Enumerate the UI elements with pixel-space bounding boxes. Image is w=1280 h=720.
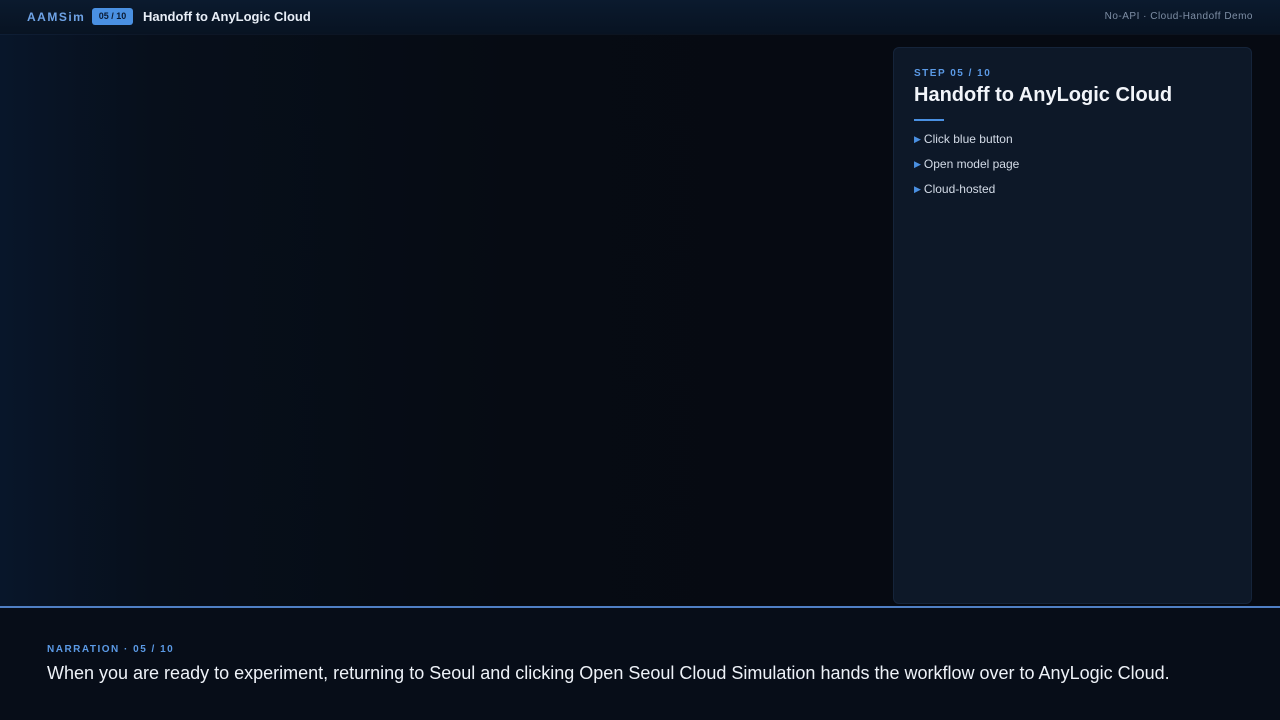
panel-title: Handoff to AnyLogic Cloud [914, 84, 1173, 106]
bullet-text: Click blue button [923, 132, 1013, 146]
slide-stage: AAMSim 05 / 10 Handoff to AnyLogic Cloud… [0, 0, 1280, 720]
narration-label: NARRATION · 05 / 10 [47, 644, 175, 655]
narration-bar: NARRATION · 05 / 10 When you are ready t… [0, 608, 1280, 720]
bullet-text: Open model page [923, 157, 1020, 171]
bullet-text: Cloud-hosted [923, 182, 996, 196]
narration-text: When you are ready to experiment, return… [47, 663, 1170, 683]
panel-step-label: STEP 05 / 10 [914, 68, 992, 79]
top-bar: AAMSim 05 / 10 Handoff to AnyLogic Cloud… [0, 0, 1280, 34]
triangle-right-icon: ▶ [914, 134, 921, 144]
page-title: Handoff to AnyLogic Cloud [143, 9, 311, 24]
demo-label: No-API · Cloud-Handoff Demo [1104, 11, 1253, 22]
brand-logo: AAMSim [27, 10, 86, 24]
step-badge: 05 / 10 [92, 8, 133, 25]
step-bullet-list: ▶ Click blue button ▶ Open model page ▶ … [914, 132, 1019, 207]
step-info-panel: STEP 05 / 10 Handoff to AnyLogic Cloud ▶… [893, 47, 1252, 604]
list-item: ▶ Cloud-hosted [914, 182, 1019, 207]
panel-divider [914, 119, 944, 121]
list-item: ▶ Open model page [914, 157, 1019, 182]
triangle-right-icon: ▶ [914, 159, 921, 169]
list-item: ▶ Click blue button [914, 132, 1019, 157]
triangle-right-icon: ▶ [914, 184, 921, 194]
